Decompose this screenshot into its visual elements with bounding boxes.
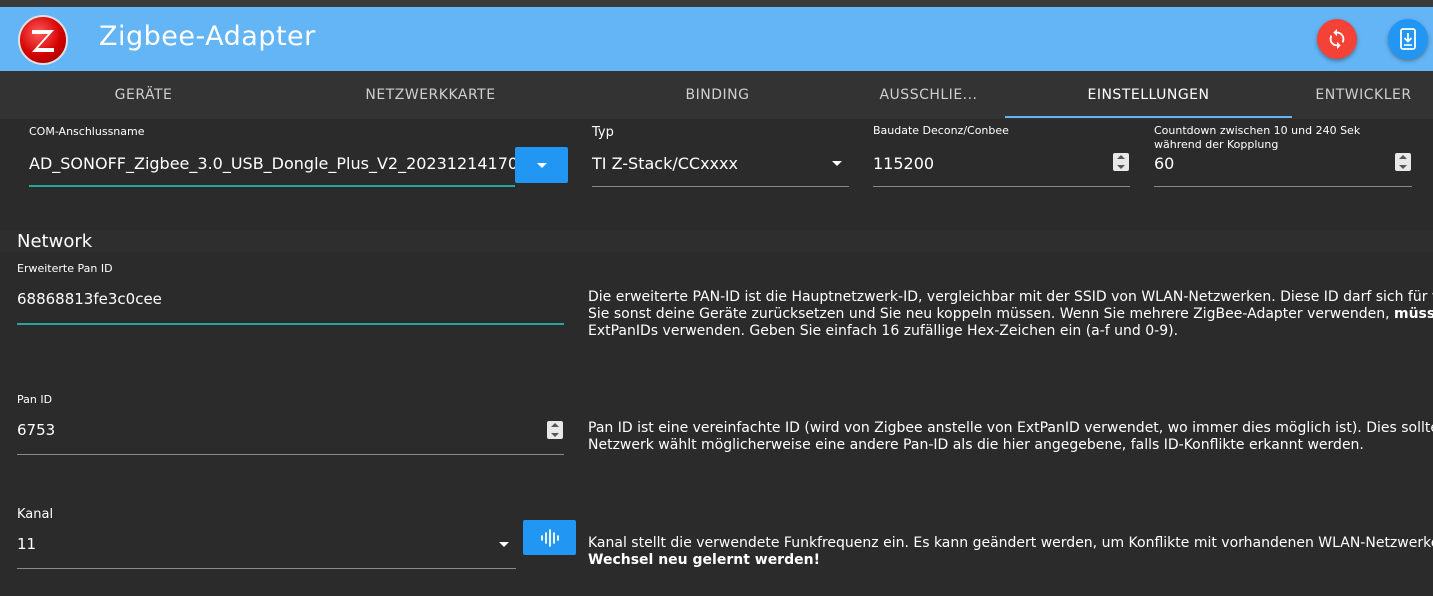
refresh-button[interactable] (1317, 19, 1357, 59)
countdown-label: Countdown zwischen 10 und 240 Sek (1154, 124, 1361, 137)
pan-id-help-line1: Pan ID ist eine vereinfachte ID (wird vo… (588, 420, 1433, 436)
com-port-input[interactable]: AD_SONOFF_Zigbee_3.0_USB_Dongle_Plus_V2_… (29, 154, 515, 173)
app-header: Zigbee-Adapter (0, 7, 1433, 71)
active-tab-indicator (1005, 116, 1292, 118)
caret-down-icon (537, 163, 547, 168)
save-to-device-button[interactable] (1388, 19, 1428, 59)
baudrate-stepper-icon[interactable] (1113, 153, 1129, 171)
channel-help-emphasis: Wechsel neu gelernt werden! (588, 552, 820, 568)
type-underline (592, 186, 849, 187)
countdown-input[interactable]: 60 (1154, 154, 1354, 173)
network-section-title: Network (17, 231, 93, 252)
pan-id-input[interactable]: 6753 (17, 421, 517, 439)
channel-select[interactable]: 11 (17, 535, 477, 553)
channel-help-line1: Kanal stellt die verwendete Funkfrequenz… (588, 535, 1433, 551)
pan-id-label: Pan ID (17, 393, 53, 406)
type-label: Typ (592, 125, 614, 140)
zigbee-logo-icon (18, 15, 68, 65)
refresh-icon (1329, 28, 1345, 50)
tab-settings[interactable]: EINSTELLUNGEN (1005, 71, 1292, 119)
pan-id-help-line2: Netzwerk wählt möglicherweise eine ander… (588, 437, 1364, 453)
com-port-dropdown-button[interactable] (515, 147, 568, 183)
countdown-label-line2: während der Kopplung (1154, 138, 1279, 151)
pan-id-stepper-icon[interactable] (547, 421, 563, 439)
countdown-underline (1154, 186, 1412, 187)
com-port-underline (29, 185, 515, 187)
baudrate-label: Baudate Deconz/Conbee (873, 124, 1009, 137)
ext-pan-id-help-line3: ExtPanIDs verwenden. Geben Sie einfach 1… (588, 323, 1179, 339)
channel-underline (17, 568, 516, 569)
ext-pan-id-label: Erweiterte Pan ID (17, 262, 113, 275)
ext-pan-id-input[interactable]: 68868813fe3c0cee (17, 290, 557, 308)
channel-help-line2: Wechsel neu gelernt werden! (588, 552, 1433, 569)
com-port-label: COM-Anschlussname (29, 125, 145, 138)
network-section-header (0, 230, 1433, 252)
page-title: Zigbee-Adapter (99, 21, 316, 52)
pan-id-underline (17, 454, 564, 455)
channel-chevron-down-icon[interactable] (499, 542, 509, 547)
tab-binding[interactable]: BINDING (574, 71, 861, 119)
tab-network-map[interactable]: NETZWERKKARTE (287, 71, 574, 119)
audio-wave-icon (540, 528, 559, 547)
window-top-strip (0, 0, 1433, 7)
channel-scan-button[interactable] (523, 520, 576, 555)
save-to-device-icon (1400, 28, 1416, 50)
ext-pan-id-help-line2-text: Sie sonst deine Geräte zurücksetzen und … (588, 306, 1394, 322)
ext-pan-id-help-line2: Sie sonst deine Geräte zurücksetzen und … (588, 306, 1433, 323)
tab-devices[interactable]: GERÄTE (0, 71, 287, 119)
tab-developer[interactable]: ENTWICKLER (1292, 71, 1433, 119)
baudrate-underline (873, 186, 1130, 187)
pan-id-help: Pan ID ist eine vereinfachte ID (wird vo… (588, 420, 1433, 454)
countdown-stepper-icon[interactable] (1395, 153, 1411, 171)
channel-help: Kanal stellt die verwendete Funkfrequenz… (588, 535, 1433, 569)
ext-pan-id-help-line1: Die erweiterte PAN-ID ist die Hauptnetzw… (588, 289, 1433, 305)
channel-label: Kanal (17, 507, 54, 522)
ext-pan-id-help-emphasis: müssen Si (1393, 306, 1433, 322)
baudrate-input[interactable]: 115200 (873, 154, 1093, 173)
ext-pan-id-help: Die erweiterte PAN-ID ist die Hauptnetzw… (588, 289, 1433, 340)
chevron-down-icon[interactable] (832, 161, 842, 166)
ext-pan-id-underline (17, 323, 564, 325)
tab-bar: GERÄTE NETZWERKKARTE BINDING AUSSCHLIE..… (0, 71, 1433, 119)
type-select[interactable]: TI Z-Stack/CCxxxx (592, 154, 822, 173)
tab-exclusion[interactable]: AUSSCHLIE... (857, 71, 1000, 119)
